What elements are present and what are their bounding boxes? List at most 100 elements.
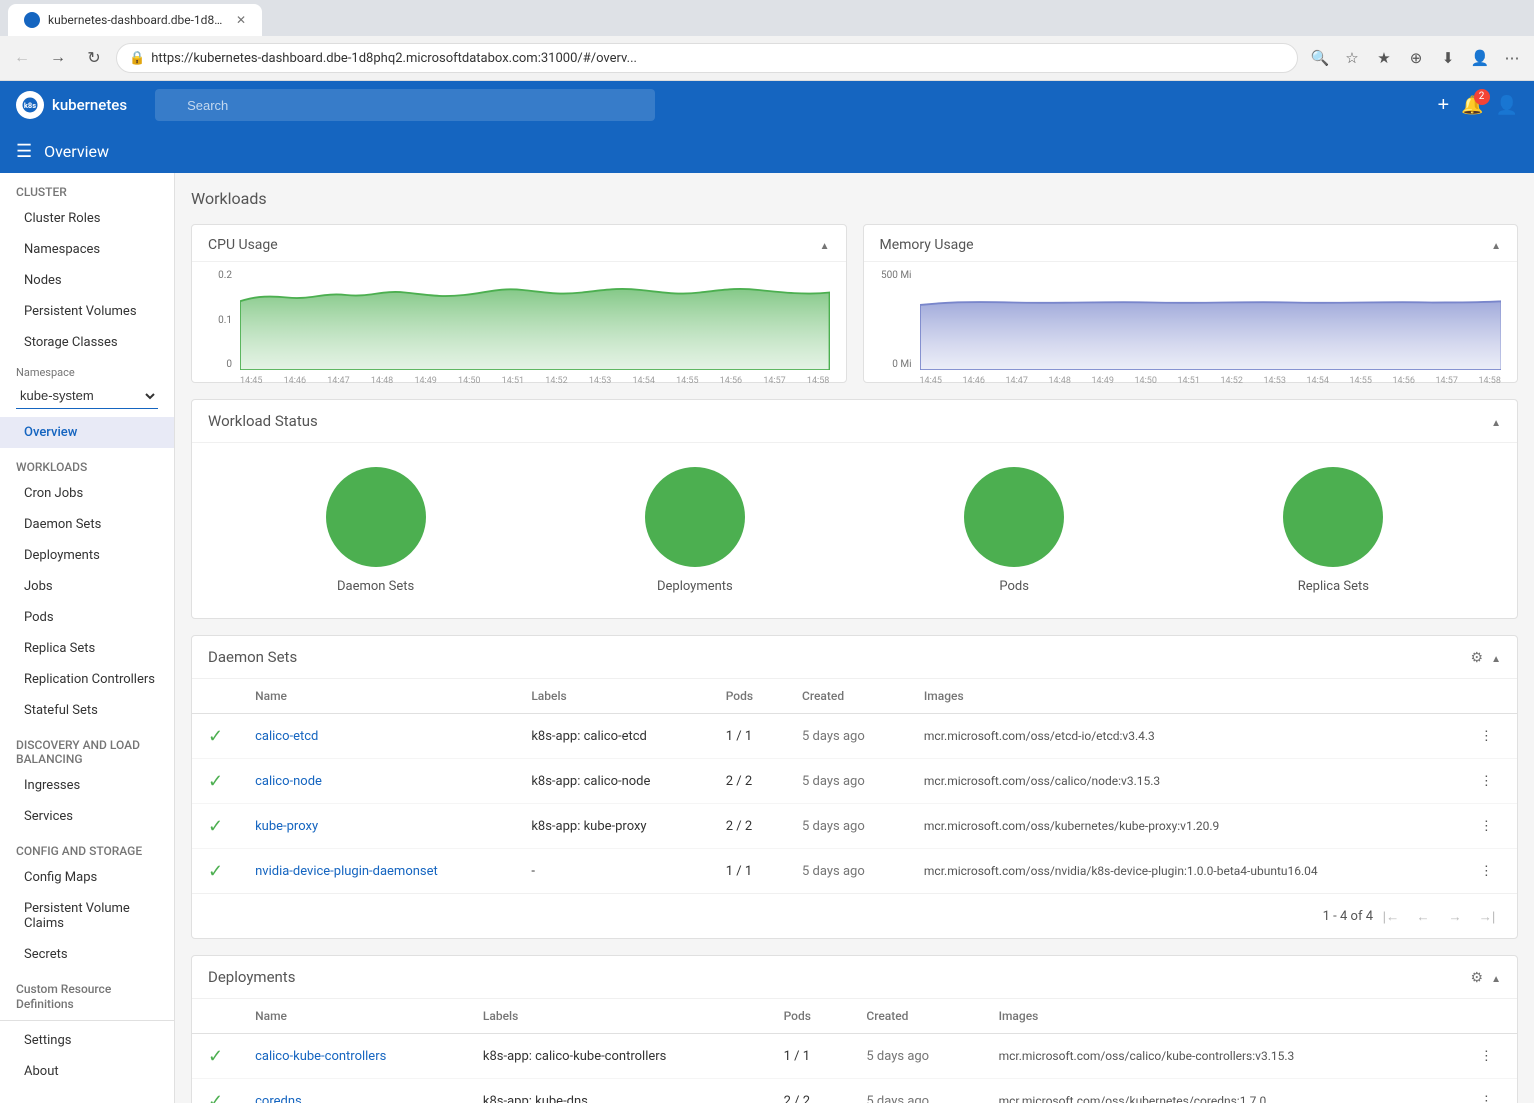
created-link[interactable]: 5 days ago — [802, 819, 865, 834]
sidebar-item-cluster-roles[interactable]: Cluster Roles — [0, 203, 174, 234]
reload-button[interactable]: ↻ — [80, 44, 108, 72]
notification-container: 🔔 2 — [1461, 95, 1483, 116]
daemon-sets-table: Name Labels Pods Created Images ✓ — [192, 679, 1517, 893]
downloads-btn[interactable]: ⬇ — [1434, 44, 1462, 72]
browser-tab[interactable]: kubernetes-dashboard.dbe-1d8p... ✕ — [8, 4, 262, 36]
sidebar-item-stateful-sets[interactable]: Stateful Sets — [0, 695, 174, 726]
daemon-sets-collapse-icon[interactable] — [1491, 648, 1501, 666]
sidebar-item-deployments[interactable]: Deployments — [0, 540, 174, 571]
cpu-chart-area: 14:4514:4614:4714:4814:4914:5014:5114:52… — [240, 270, 830, 370]
memory-chart-svg — [920, 270, 1502, 370]
row-more: ⋮ — [1456, 1034, 1517, 1079]
sidebar-item-replication-controllers[interactable]: Replication Controllers — [0, 664, 174, 695]
header-actions: + 🔔 2 👤 — [1437, 94, 1518, 117]
row-name: nvidia-device-plugin-daemonset — [239, 849, 515, 894]
created-link[interactable]: 5 days ago — [802, 774, 865, 789]
deployments-tbody: ✓ calico-kube-controllers k8s-app: calic… — [192, 1034, 1517, 1103]
sidebar-item-pods[interactable]: Pods — [0, 602, 174, 633]
cpu-chart-title: CPU Usage — [208, 237, 278, 253]
page-header: ☰ Overview — [0, 129, 1534, 173]
row-pods: 1 / 1 — [768, 1034, 851, 1079]
sidebar-item-storage-classes[interactable]: Storage Classes — [0, 327, 174, 358]
sidebar-item-replica-sets[interactable]: Replica Sets — [0, 633, 174, 664]
sidebar-item-config-maps[interactable]: Config Maps — [0, 862, 174, 893]
search-btn[interactable]: 🔍 — [1306, 44, 1334, 72]
row-created: 5 days ago — [786, 804, 908, 849]
forward-button[interactable]: → — [44, 44, 72, 72]
deployment-name-link[interactable]: calico-kube-controllers — [255, 1049, 386, 1064]
sidebar-item-settings[interactable]: Settings — [0, 1025, 174, 1056]
menu-icon[interactable]: ☰ — [16, 141, 32, 162]
sidebar-item-cron-jobs[interactable]: Cron Jobs — [0, 478, 174, 509]
back-button[interactable]: ← — [8, 44, 36, 72]
sidebar-item-persistent-volume-claims[interactable]: Persistent Volume Claims — [0, 893, 174, 939]
memory-y-axis: 500 Mi 0 Mi — [880, 270, 916, 370]
deployments-title: Deployments — [208, 968, 295, 986]
sidebar-item-persistent-volumes[interactable]: Persistent Volumes — [0, 296, 174, 327]
pods-circle-label: Pods — [999, 579, 1029, 594]
more-btn[interactable]: ⋯ — [1498, 44, 1526, 72]
created-link[interactable]: 5 days ago — [866, 1049, 929, 1064]
row-pods: 1 / 1 — [710, 849, 786, 894]
daemon-set-name-link[interactable]: kube-proxy — [255, 819, 318, 834]
replica-sets-circle — [1283, 467, 1383, 567]
tab-close-icon[interactable]: ✕ — [236, 13, 246, 27]
sidebar-item-services[interactable]: Services — [0, 801, 174, 832]
row-status: ✓ — [192, 1079, 239, 1103]
daemon-sets-thead: Name Labels Pods Created Images — [192, 679, 1517, 714]
workload-status-collapse-icon[interactable] — [1491, 412, 1501, 430]
favorites-btn[interactable]: ☆ — [1338, 44, 1366, 72]
cpu-chart-collapse-icon[interactable] — [820, 237, 830, 253]
user-button[interactable]: 👤 — [1496, 95, 1518, 116]
url-bar[interactable]: 🔒 https://kubernetes-dashboard.dbe-1d8ph… — [116, 43, 1298, 73]
row-pods: 1 / 1 — [710, 714, 786, 759]
page-last-btn[interactable]: →| — [1473, 902, 1501, 930]
sidebar-item-about[interactable]: About — [0, 1056, 174, 1087]
daemon-set-name-link[interactable]: calico-etcd — [255, 729, 318, 744]
extensions-btn[interactable]: ⊕ — [1402, 44, 1430, 72]
row-images: mcr.microsoft.com/oss/kubernetes/coredns… — [983, 1079, 1456, 1103]
sidebar-item-jobs[interactable]: Jobs — [0, 571, 174, 602]
page-first-btn[interactable]: |← — [1377, 902, 1405, 930]
sidebar-item-overview[interactable]: Overview — [0, 417, 174, 448]
row-labels: k8s-app: kube-proxy — [515, 804, 709, 849]
cpu-chart-svg — [240, 270, 830, 370]
crd-label: Custom Resource Definitions — [16, 982, 111, 1011]
config-section-title: Config and Storage — [0, 832, 174, 862]
sidebar-item-namespaces[interactable]: Namespaces — [0, 234, 174, 265]
cpu-chart-card: CPU Usage 0.2 0.1 0 — [191, 224, 847, 383]
sidebar-item-secrets[interactable]: Secrets — [0, 939, 174, 970]
col-pods-header: Pods — [768, 999, 851, 1034]
sidebar-item-daemon-sets[interactable]: Daemon Sets — [0, 509, 174, 540]
profile-btn[interactable]: 👤 — [1466, 44, 1494, 72]
namespace-dropdown[interactable]: kube-system — [16, 383, 158, 409]
deployments-filter-icon[interactable] — [1471, 968, 1484, 986]
row-more-button[interactable]: ⋮ — [1472, 1089, 1501, 1103]
row-status: ✓ — [192, 714, 239, 759]
search-input[interactable] — [155, 89, 655, 121]
daemon-set-name-link[interactable]: nvidia-device-plugin-daemonset — [255, 864, 438, 879]
collections-btn[interactable]: ★ — [1370, 44, 1398, 72]
workload-status-card: Workload Status Daemon Sets Deployments … — [191, 399, 1518, 619]
sidebar-item-ingresses[interactable]: Ingresses — [0, 770, 174, 801]
row-more-button[interactable]: ⋮ — [1472, 769, 1501, 793]
row-more-button[interactable]: ⋮ — [1472, 724, 1501, 748]
daemon-sets-filter-icon[interactable] — [1471, 648, 1484, 666]
row-more-button[interactable]: ⋮ — [1472, 1044, 1501, 1068]
created-link[interactable]: 5 days ago — [802, 864, 865, 879]
add-button[interactable]: + — [1437, 94, 1449, 117]
content-area: Workloads CPU Usage 0.2 0.1 0 — [175, 173, 1534, 1103]
daemon-set-name-link[interactable]: calico-node — [255, 774, 322, 789]
deployments-collapse-icon[interactable] — [1491, 968, 1501, 986]
row-pods: 2 / 2 — [710, 759, 786, 804]
row-more-button[interactable]: ⋮ — [1472, 859, 1501, 883]
cpu-x-labels: 14:4514:4614:4714:4814:4914:5014:5114:52… — [240, 376, 830, 386]
sidebar-item-nodes[interactable]: Nodes — [0, 265, 174, 296]
created-link[interactable]: 5 days ago — [802, 729, 865, 744]
daemon-sets-actions — [1471, 648, 1501, 666]
row-more-button[interactable]: ⋮ — [1472, 814, 1501, 838]
daemon-sets-circle-label: Daemon Sets — [337, 579, 414, 594]
memory-chart-collapse-icon[interactable] — [1491, 237, 1501, 253]
page-next-btn[interactable]: → — [1441, 902, 1469, 930]
page-prev-btn[interactable]: ← — [1409, 902, 1437, 930]
